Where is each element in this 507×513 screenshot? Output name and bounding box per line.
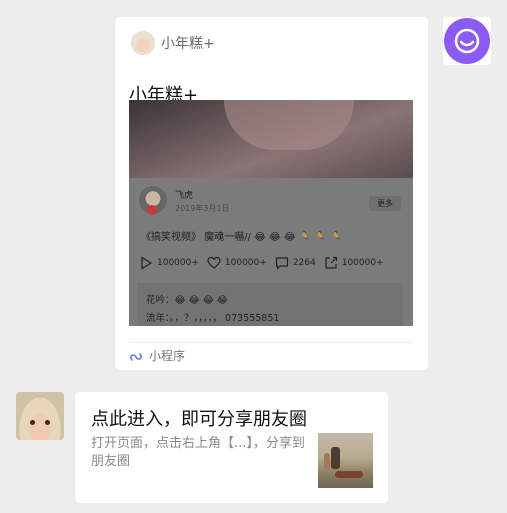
- message-thumbnail: [318, 433, 373, 488]
- comment-item: 花吟：😂 😂 😂 😂: [146, 295, 228, 306]
- mini-program-name: 小年糕+: [161, 36, 215, 52]
- comment-item: 流年：。，？，，，，， 073555851: [146, 313, 280, 324]
- preview-post: 飞虎 2019年3月1日 更多 《搞笑视频》 魔魂一嚇// 😂 😂 😂 🏃 🏃 …: [129, 178, 413, 326]
- card-footer: 小程序: [129, 347, 185, 364]
- card-header: 小年糕+: [131, 31, 215, 55]
- share-icon: [325, 256, 337, 269]
- mini-program-icon: [130, 352, 142, 361]
- message-title: 点此进入，即可分享朋友圈: [91, 409, 307, 430]
- play-icon: [141, 256, 152, 270]
- share-message-card[interactable]: 点此进入，即可分享朋友圈 打开页面，点击右上角【...】，分享到朋友圈: [75, 392, 388, 503]
- post-author-avatar: [139, 186, 167, 215]
- comments-count: 2264: [292, 258, 316, 268]
- more-button: 更多: [369, 196, 401, 211]
- mini-program-card[interactable]: 小年糕+ 小年糕+ 飞虎 2019年3月1日 更多 《搞笑视频》 魔魂一嚇// …: [115, 17, 428, 370]
- mini-program-avatar: [131, 31, 155, 55]
- preview-video-image: [129, 100, 413, 178]
- likes-count: 100000+: [224, 258, 267, 268]
- comment-icon: [275, 257, 288, 270]
- mini-program-label: 小程序: [149, 349, 186, 363]
- card-divider: [129, 342, 412, 343]
- shares-count: 100000+: [341, 258, 384, 268]
- heart-icon: [207, 256, 221, 269]
- post-stats: 100000+ 100000+ 2264 100000+: [139, 255, 392, 271]
- card-preview: 飞虎 2019年3月1日 更多 《搞笑视频》 魔魂一嚇// 😂 😂 😂 🏃 🏃 …: [129, 100, 413, 326]
- post-text: 《搞笑视频》 魔魂一嚇// 😂 😂 😂 🏃 🏃 🏃: [141, 232, 343, 243]
- user-avatar[interactable]: [16, 392, 64, 440]
- message-description: 打开页面，点击右上角【...】，分享到朋友圈: [91, 436, 305, 469]
- post-comments: 花吟：😂 😂 😂 😂 流年：。，？，，，，， 073555851: [137, 283, 403, 326]
- smile-icon: [444, 18, 490, 64]
- plays-count: 100000+: [157, 258, 199, 268]
- post-author-name: 飞虎: [175, 191, 194, 201]
- bot-avatar[interactable]: [443, 17, 491, 65]
- post-date: 2019年3月1日: [175, 204, 230, 213]
